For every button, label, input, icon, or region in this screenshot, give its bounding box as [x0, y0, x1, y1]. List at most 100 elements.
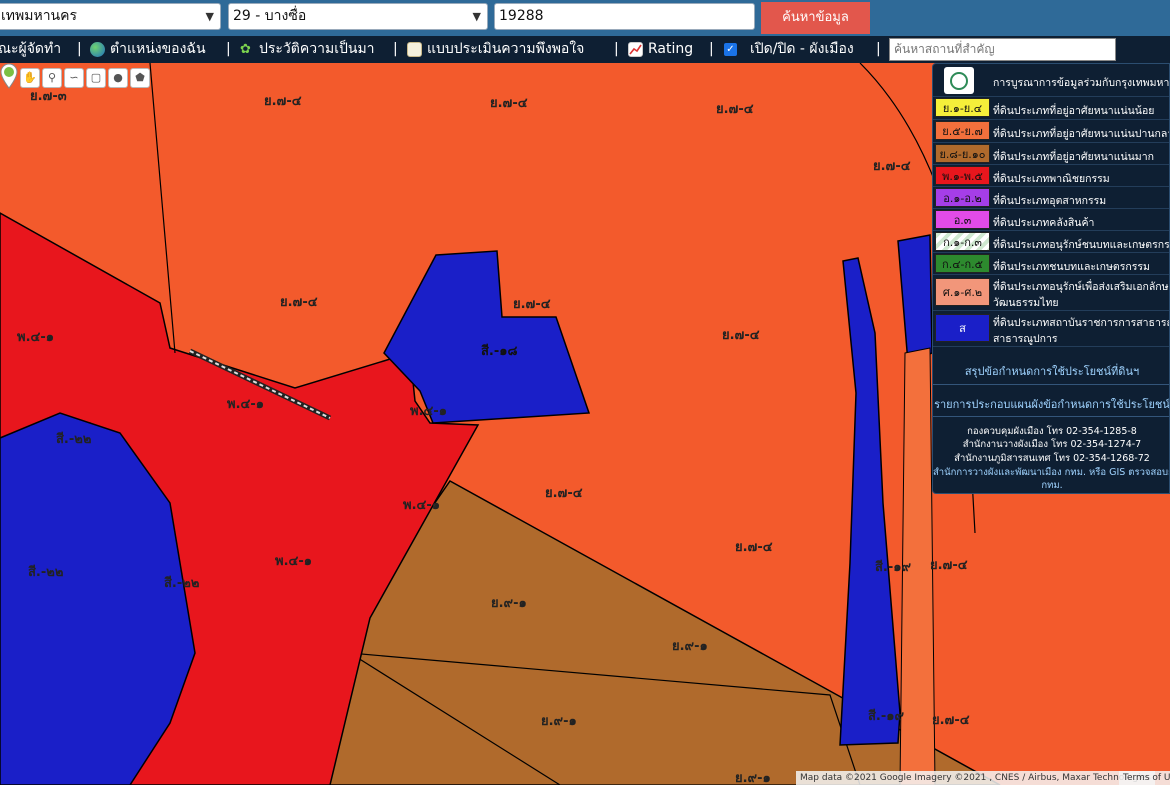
zone-label: พ.๔-๑	[410, 404, 447, 419]
search-button[interactable]: ค้นหาข้อมูล	[761, 2, 870, 34]
menu-separator: |	[876, 41, 881, 57]
zone-label: ย.๙-๑	[491, 596, 527, 611]
zone-institutional	[897, 234, 933, 365]
parcel-value: 19288	[499, 8, 544, 24]
legend-row: ก.๔-ก.๕ ที่ดินประเภทชนบทและเกษตรกรรม	[933, 253, 1169, 275]
bma-logo-icon	[944, 67, 974, 94]
zone-label: ย.๗-๔	[490, 96, 528, 111]
sprout-icon: ✿	[240, 42, 251, 57]
search-bar: เทพมหานคร ▼ 29 - บางซื่อ ▼ 19288 ค้นหาข้…	[0, 0, 1170, 36]
map-attribution: Map data ©2021 Google Imagery ©2021 , CN…	[796, 771, 1155, 785]
zone-label: ย.๗-๔	[716, 102, 754, 117]
zone-label: ย.๗-๔	[513, 297, 551, 312]
regulations-link[interactable]: รายการประกอบแผนผังข้อกำหนดการใช้ประโยชน์	[933, 395, 1169, 413]
legend-swatch: อ.๓	[935, 210, 990, 229]
legend-row: อ.๓ ที่ดินประเภทคลังสินค้า	[933, 209, 1169, 231]
district-select[interactable]: 29 - บางซื่อ ▼	[228, 3, 488, 30]
zone-label: สี.-๒๒	[56, 432, 92, 447]
zone-label: ย.๗-๔	[545, 486, 583, 501]
summary-link[interactable]: สรุปข้อกำหนดการใช้ประโยชน์ที่ดินฯ	[933, 362, 1169, 380]
app-window: เทพมหานคร ▼ 29 - บางซื่อ ▼ 19288 ค้นหาข้…	[0, 0, 1170, 785]
zone-label: ย.๙-๑	[541, 714, 577, 729]
legend-swatch: ศ.๑-ศ.๒	[935, 278, 990, 306]
menu-item-label: แบบประเมินความพึงพอใจ	[427, 41, 585, 57]
chevron-down-icon: ▼	[205, 10, 214, 23]
legend-label-line2: สาธารณูปการ	[993, 333, 1058, 345]
menu-item-label: Rating	[648, 41, 694, 57]
menu-item-rating[interactable]: Rating	[628, 39, 693, 60]
zone-label: ย.๗-๔	[722, 328, 760, 343]
legend-label: ที่ดินประเภทพาณิชยกรรม	[993, 173, 1110, 185]
legend-swatch: พ.๑-พ.๕	[935, 166, 990, 185]
zone-label: ย.๙-๑	[735, 771, 771, 785]
menu-item-history[interactable]: ✿ ประวัติความเป็นมา	[240, 39, 375, 60]
parcel-input[interactable]: 19288	[494, 3, 755, 30]
legend-swatch: ย.๘-ย.๑๐	[935, 144, 990, 163]
zone-label: สี.-๑๘	[481, 344, 518, 359]
legend-swatch: ก.๑-ก.๓	[935, 232, 990, 251]
polyline-icon[interactable]: ∽	[64, 68, 84, 88]
legend-label: ที่ดินประเภทที่อยู่อาศัยหนาแน่นน้อย	[993, 105, 1155, 117]
checkbox-icon[interactable]: ✓	[724, 43, 737, 56]
location-marker-icon[interactable]	[0, 63, 18, 89]
memo-icon	[407, 42, 422, 57]
globe-icon	[90, 42, 105, 57]
legend-swatch: ก.๔-ก.๕	[935, 254, 990, 273]
circle-icon[interactable]: ●	[108, 68, 128, 88]
legend-label: ที่ดินประเภทที่อยู่อาศัยหนาแน่นมาก	[993, 151, 1154, 163]
legend-swatch: ย.๑-ย.๔	[935, 98, 990, 117]
zone-label: สี.-๒๒	[28, 565, 64, 580]
legend-label: ที่ดินประเภทชนบทและเกษตรกรรม	[993, 261, 1150, 273]
zone-institutional	[839, 257, 901, 746]
zone-label: พ.๔-๑	[403, 498, 440, 513]
zone-label: ย.๗-๔	[264, 94, 302, 109]
legend-swatch: ย.๕-ย.๗	[935, 121, 990, 140]
zone-label: ย.๗-๓	[30, 89, 67, 104]
legend-header: การบูรณาการข้อมูลร่วมกับกรุงเทพมหานคร	[933, 64, 1170, 97]
legend-row: ย.๑-ย.๔ ที่ดินประเภทที่อยู่อาศัยหนาแน่นน…	[933, 97, 1169, 120]
menu-item-label: ณะผู้จัดทำ	[0, 41, 62, 57]
zone-label: สี.-๑๙	[868, 709, 905, 724]
legend-label: ที่ดินประเภทอนุรักษ์เพื่อส่งเสริมเอกลักษ…	[993, 281, 1170, 293]
legend-divider	[933, 416, 1169, 417]
zone-label: ย.๙-๑	[672, 639, 708, 654]
menu-item-label: ตำแหน่งของฉัน	[110, 41, 206, 57]
zone-label: สี.-๒๒	[164, 576, 200, 591]
legend-row: อ.๑-อ.๒ ที่ดินประเภทอุตสาหกรรม	[933, 187, 1169, 209]
province-value: เทพมหานคร	[1, 8, 78, 24]
zone-label: ย.๗-๔	[280, 295, 318, 310]
legend-label-line2: วัฒนธรรมไทย	[993, 297, 1059, 309]
place-search-input[interactable]: ค้นหาสถานที่สำคัญ	[889, 38, 1116, 61]
menu-item-my-location[interactable]: ตำแหน่งของฉัน	[90, 39, 206, 60]
contact-line: สำนักงานภูมิสารสนเทศ โทร 02-354-1268-72	[954, 453, 1150, 464]
legend-label: ที่ดินประเภทอนุรักษ์ชนบทและเกษตรกรรม	[993, 239, 1170, 251]
legend-row: ส ที่ดินประเภทสถาบันราชการการสาธารณูป สา…	[933, 311, 1169, 347]
zone-label: พ.๔-๑	[275, 554, 312, 569]
polygon-icon[interactable]: ⬟	[130, 68, 150, 88]
legend-label: ที่ดินประเภทที่อยู่อาศัยหนาแน่นปานกลาง	[993, 128, 1170, 140]
legend-header-text: การบูรณาการข้อมูลร่วมกับกรุงเทพมหานคร	[993, 77, 1170, 89]
menu-separator: |	[709, 41, 714, 57]
legend-row: พ.๑-พ.๕ ที่ดินประเภทพาณิชยกรรม	[933, 165, 1169, 187]
menu-item-label: ประวัติความเป็นมา	[259, 41, 375, 57]
zone-label: ย.๗-๔	[932, 713, 970, 728]
legend-swatch: อ.๑-อ.๒	[935, 188, 990, 207]
place-search-placeholder: ค้นหาสถานที่สำคัญ	[894, 42, 995, 56]
gis-link-line2: กทม.	[1041, 480, 1063, 491]
rectangle-icon[interactable]: ▢	[86, 68, 106, 88]
province-select[interactable]: เทพมหานคร ▼	[0, 3, 221, 30]
chevron-down-icon: ▼	[472, 10, 481, 23]
menu-item-toggle-zoning[interactable]: ✓ เปิด/ปิด - ผังเมือง	[724, 39, 854, 60]
legend-panel: การบูรณาการข้อมูลร่วมกับกรุงเทพมหานคร ย.…	[932, 63, 1170, 494]
menu-item-credits[interactable]: ณะผู้จัดทำ	[0, 39, 61, 60]
district-value: 29 - บางซื่อ	[233, 8, 307, 24]
zone-label: ย.๗-๔	[873, 159, 911, 174]
legend-row: ศ.๑-ศ.๒ ที่ดินประเภทอนุรักษ์เพื่อส่งเสริ…	[933, 275, 1170, 311]
menu-item-survey[interactable]: แบบประเมินความพึงพอใจ	[407, 39, 584, 60]
legend-row: ย.๕-ย.๗ ที่ดินประเภทที่อยู่อาศัยหนาแน่นป…	[933, 120, 1170, 143]
zone-label: พ.๔-๑	[17, 330, 54, 345]
zone-label: ย.๗-๔	[930, 558, 968, 573]
terms-link[interactable]: Terms of Us	[1119, 771, 1170, 785]
legend-row: ก.๑-ก.๓ ที่ดินประเภทอนุรักษ์ชนบทและเกษตร…	[933, 231, 1170, 253]
menu-separator: |	[614, 41, 619, 57]
